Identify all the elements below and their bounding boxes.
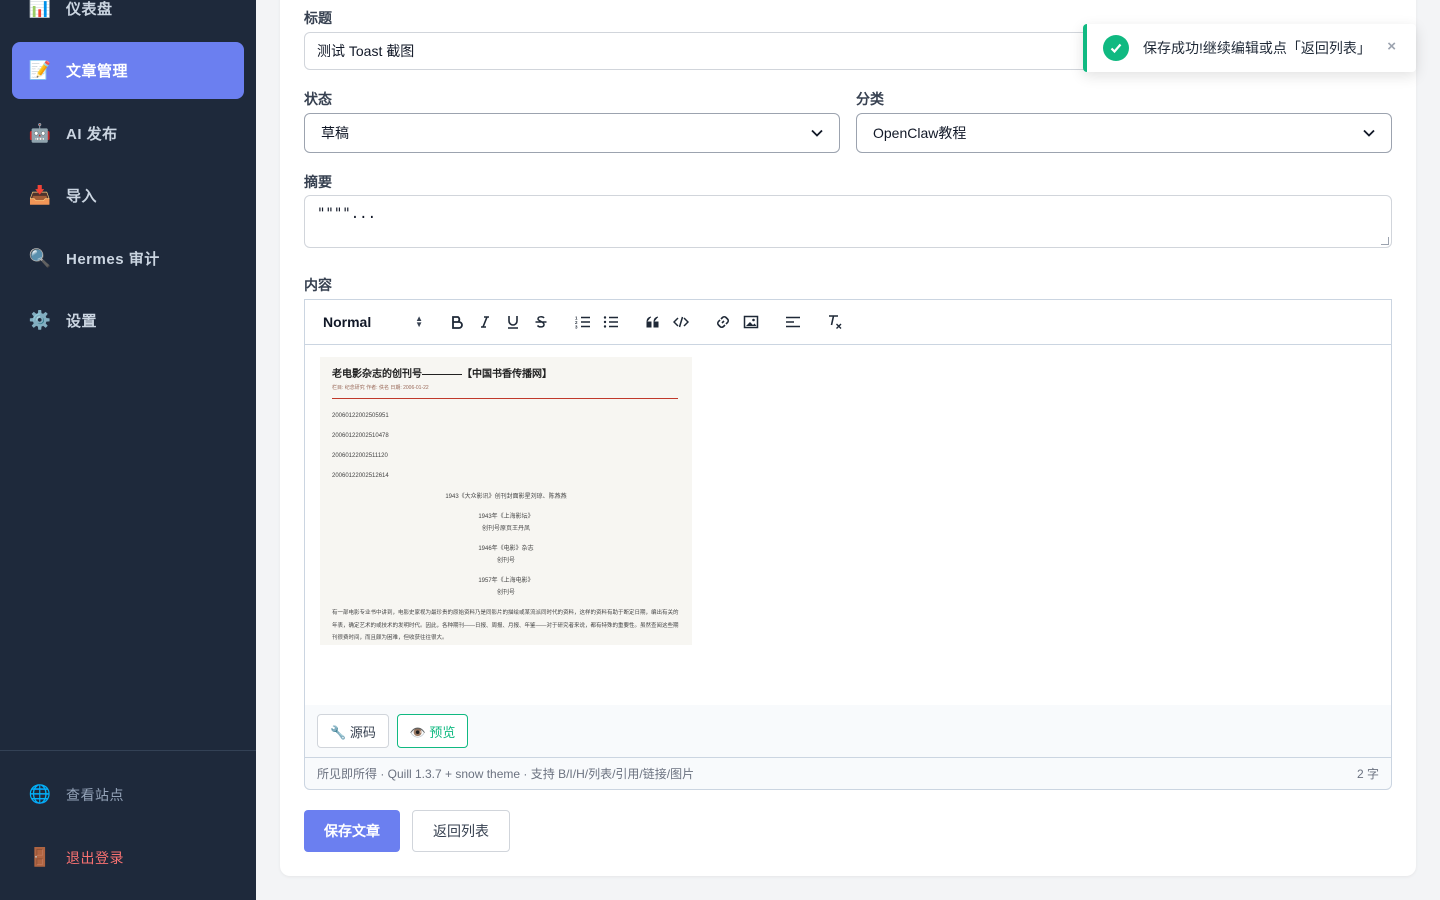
category-label: 分类: [856, 91, 884, 107]
sidebar-item-label: 退出登录: [66, 849, 124, 866]
sidebar-divider: [0, 750, 256, 751]
sidebar-item-hermes-audit[interactable]: 🔍 Hermes 审计: [12, 230, 244, 287]
embedded-rule: [332, 398, 678, 399]
format-select-value: Normal: [323, 314, 372, 330]
broken-image-alt: 20060122002511120: [332, 453, 388, 459]
link-icon[interactable]: [709, 310, 737, 334]
chevron-down-icon: [1363, 126, 1375, 140]
embedded-caption: 1943年《上海影坛》: [478, 514, 534, 520]
close-icon[interactable]: ×: [1387, 38, 1396, 55]
sidebar-item-articles[interactable]: 📝 文章管理: [12, 42, 244, 99]
editor-content[interactable]: 老电影杂志的创刊号————【中国书香传播网】 栏目: 纪念研究 作者: 佚名 日…: [305, 345, 1391, 705]
door-icon: 🚪: [28, 847, 52, 867]
robot-icon: 🤖: [28, 123, 52, 143]
category-select[interactable]: OpenClaw教程: [856, 113, 1392, 153]
preview-button-label: 👁️ 预览: [409, 724, 456, 740]
embedded-paragraph: 有一部电影专业书中讲到，电影史家视为最珍贵的原始资料乃是同影片的描绘或某流派同时…: [332, 610, 679, 641]
gear-icon: ⚙️: [28, 310, 52, 330]
toast-message: 保存成功!继续编辑或点「返回列表」: [1143, 40, 1371, 56]
code-icon[interactable]: [667, 310, 695, 334]
sidebar-item-label: Hermes 审计: [66, 251, 160, 268]
title-label: 标题: [304, 10, 332, 26]
broken-image-alt: 20060122002510478: [332, 433, 389, 439]
sidebar-item-label: 文章管理: [66, 63, 129, 80]
editor-status-bar: 所见即所得 · Quill 1.3.7 + snow theme · 支持 B/…: [304, 757, 1392, 790]
category-select-value: OpenClaw教程: [873, 125, 967, 141]
char-count: 2 字: [1356, 767, 1379, 781]
bullet-list-icon[interactable]: [597, 310, 625, 334]
up-down-arrows-icon: ▲ ▼: [415, 314, 423, 329]
sidebar-item-label: 导入: [66, 188, 98, 205]
back-to-list-button[interactable]: 返回列表: [412, 810, 510, 852]
check-circle-icon: [1103, 35, 1129, 61]
magnifier-icon: 🔍: [28, 248, 52, 268]
embedded-caption: 1943《大众影讯》创刊封面影星刘琼、陈燕燕: [445, 494, 567, 500]
summary-label: 摘要: [304, 174, 332, 190]
embedded-article-image[interactable]: 老电影杂志的创刊号————【中国书香传播网】 栏目: 纪念研究 作者: 佚名 日…: [320, 357, 692, 645]
embedded-meta: 栏目: 纪念研究 作者: 佚名 日期: 2006-01-22: [332, 385, 429, 391]
source-button-label: 🔧 源码: [330, 724, 376, 740]
strike-icon[interactable]: [527, 310, 555, 334]
embedded-caption: 创刊号: [496, 558, 515, 564]
embedded-caption: 1946年《电影》杂志: [478, 546, 534, 552]
sidebar-item-label: AI 发布: [66, 126, 118, 143]
broken-image-alt: 20060122002512614: [332, 473, 389, 479]
status-select[interactable]: 草稿: [304, 113, 840, 153]
editor-toolbar: Normal ▲ ▼ 123: [305, 300, 1391, 345]
editor-actions-bar: 🔧 源码 👁️ 预览: [304, 705, 1392, 757]
globe-icon: 🌐: [28, 784, 52, 804]
status-label: 状态: [304, 91, 332, 107]
sidebar-item-view-site[interactable]: 🌐 查看站点: [12, 766, 244, 823]
summary-textarea[interactable]: """"...: [304, 195, 1392, 248]
underline-icon[interactable]: [499, 310, 527, 334]
save-article-label: 保存文章: [324, 823, 380, 839]
embedded-caption: 创刊号原页王丹凤: [481, 526, 530, 532]
broken-image-alt: 20060122002505951: [332, 413, 389, 419]
editor-status-text: 所见即所得 · Quill 1.3.7 + snow theme · 支持 B/…: [317, 767, 695, 781]
sidebar-item-dashboard[interactable]: 📊 仪表盘: [12, 0, 244, 37]
ordered-list-icon[interactable]: 123: [569, 310, 597, 334]
rich-text-editor: Normal ▲ ▼ 123 老电影杂志的创刊号————【中国书香传播网】 栏目…: [304, 299, 1392, 705]
sidebar-item-label: 查看站点: [66, 786, 124, 803]
svg-text:3: 3: [575, 325, 578, 330]
inbox-icon: 📥: [28, 185, 52, 205]
save-article-button[interactable]: 保存文章: [304, 810, 400, 852]
bold-icon[interactable]: [443, 310, 471, 334]
blockquote-icon[interactable]: [639, 310, 667, 334]
sidebar-item-label: 仪表盘: [66, 1, 113, 18]
sidebar-item-settings[interactable]: ⚙️ 设置: [12, 292, 244, 349]
italic-icon[interactable]: [471, 310, 499, 334]
sidebar-item-ai-publish[interactable]: 🤖 AI 发布: [12, 105, 244, 162]
success-toast: 保存成功!继续编辑或点「返回列表」 ×: [1083, 24, 1416, 72]
bar-chart-icon: 📊: [28, 0, 52, 18]
memo-icon: 📝: [28, 60, 52, 80]
image-icon[interactable]: [737, 310, 765, 334]
back-to-list-label: 返回列表: [433, 823, 489, 839]
sidebar-item-logout[interactable]: 🚪 退出登录: [12, 829, 244, 886]
status-select-value: 草稿: [321, 125, 349, 141]
resize-grip-icon[interactable]: [1381, 237, 1389, 245]
embedded-caption: 1957年《上海电影》: [478, 578, 534, 584]
chevron-down-icon: [811, 126, 823, 140]
sidebar: 📊 仪表盘 📝 文章管理 🤖 AI 发布 📥 导入 🔍 Hermes 审计 ⚙️…: [0, 0, 256, 900]
embedded-caption: 创刊号: [496, 590, 515, 596]
clean-icon[interactable]: [821, 310, 849, 334]
embedded-title: 老电影杂志的创刊号————【中国书香传播网】: [332, 369, 552, 380]
align-icon[interactable]: [779, 310, 807, 334]
summary-value: """"...: [317, 206, 377, 222]
sidebar-item-import[interactable]: 📥 导入: [12, 167, 244, 224]
sidebar-item-label: 设置: [66, 313, 98, 330]
title-input-value: 测试 Toast 截图: [317, 43, 415, 59]
preview-button[interactable]: 👁️ 预览: [397, 714, 468, 748]
content-label: 内容: [304, 277, 332, 293]
format-select[interactable]: Normal ▲ ▼: [323, 314, 423, 330]
source-button[interactable]: 🔧 源码: [317, 714, 389, 748]
